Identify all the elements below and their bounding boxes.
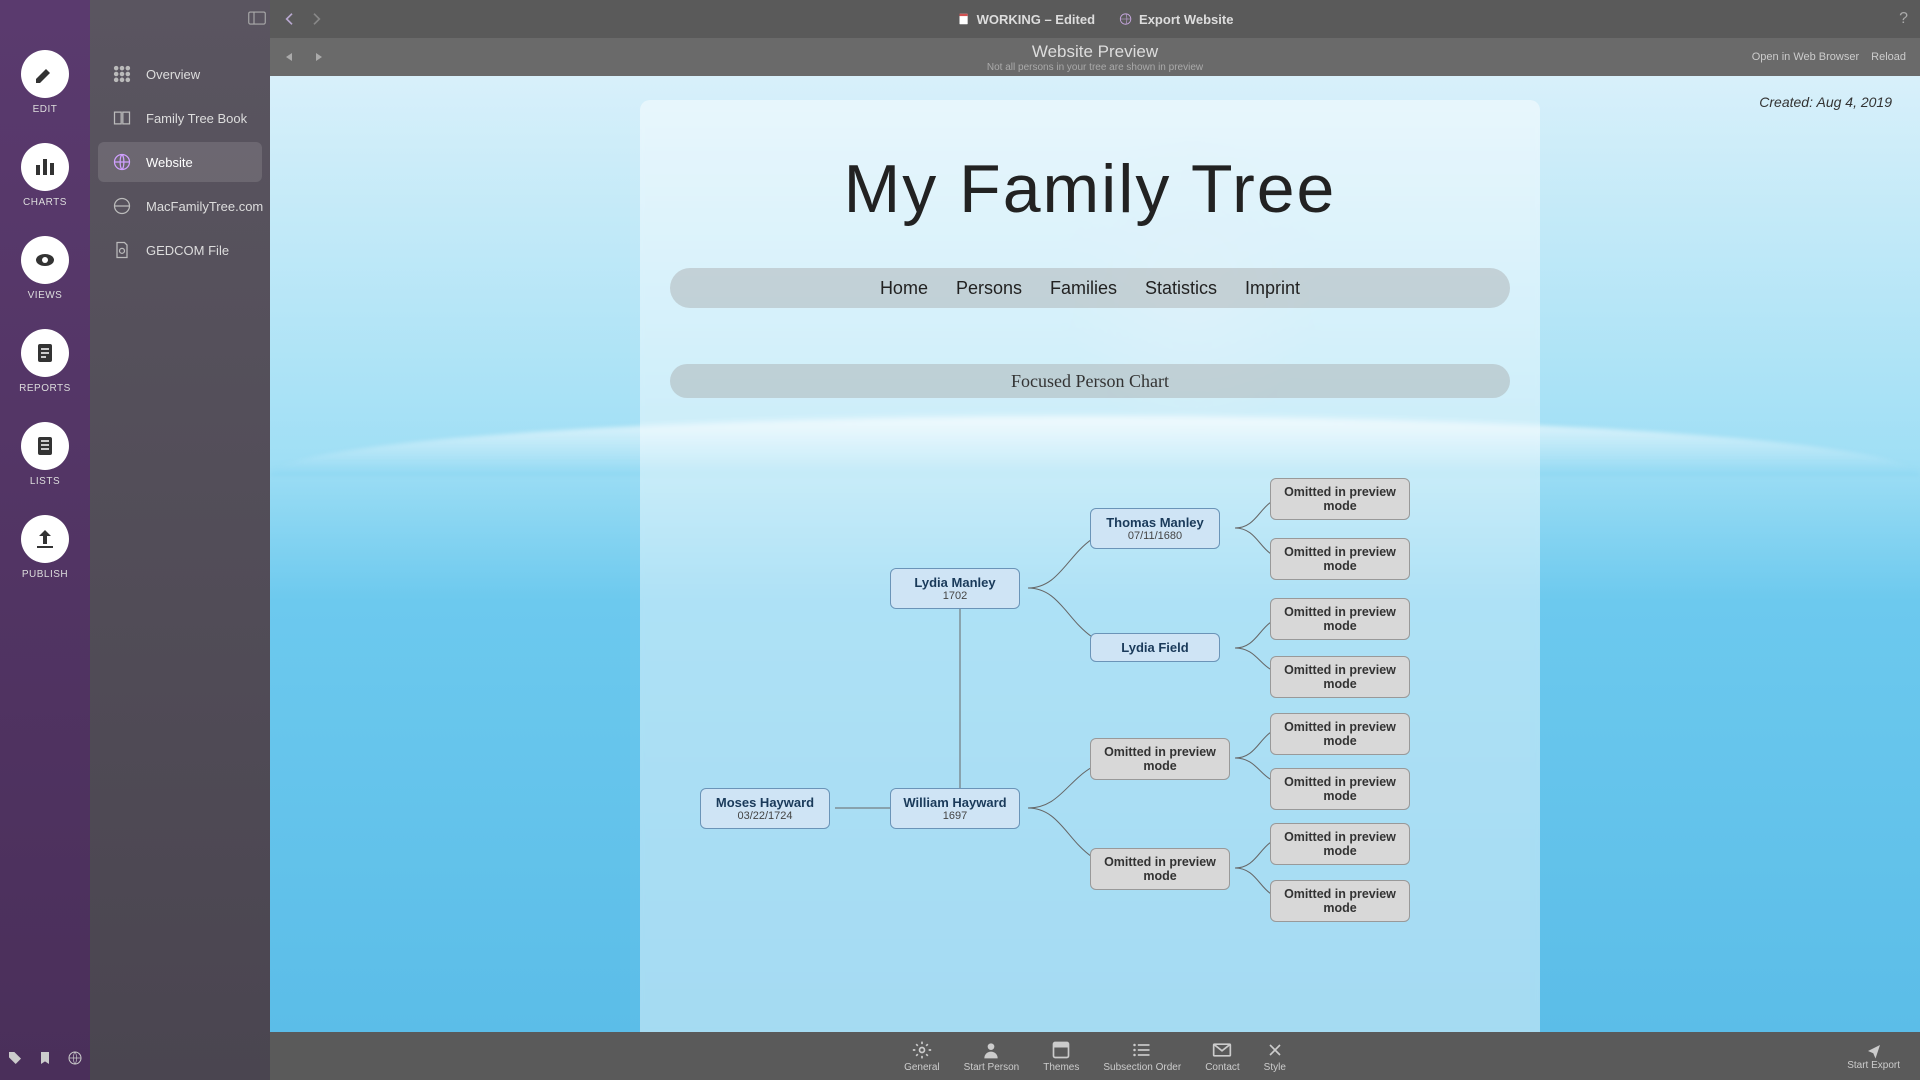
- history-forward-icon[interactable]: [314, 52, 324, 62]
- sidebar-overview[interactable]: Overview: [98, 54, 262, 94]
- website-preview: Created: Aug 4, 2019 My Family Tree Home…: [270, 76, 1920, 1032]
- node-omitted: Omitted in preview mode: [1090, 738, 1230, 780]
- rail-views[interactable]: VIEWS: [21, 236, 69, 301]
- list-icon: [1132, 1040, 1152, 1060]
- mail-icon: [1212, 1040, 1232, 1060]
- node-omitted: Omitted in preview mode: [1270, 713, 1410, 755]
- file-icon: [112, 240, 132, 260]
- history-back-icon[interactable]: [284, 52, 294, 62]
- preview-toolbar: Website Preview Not all persons in your …: [270, 38, 1920, 76]
- cloud-globe-icon: [112, 196, 132, 216]
- person-icon: [981, 1040, 1001, 1060]
- bb-contact[interactable]: Contact: [1205, 1040, 1239, 1073]
- node-lydia-field[interactable]: Lydia Field: [1090, 633, 1220, 662]
- node-william-hayward[interactable]: William Hayward 1697: [890, 788, 1020, 829]
- sidebar-book-label: Family Tree Book: [146, 111, 247, 126]
- chart-title: Focused Person Chart: [670, 364, 1510, 398]
- node-omitted: Omitted in preview mode: [1270, 880, 1410, 922]
- sidebar-website[interactable]: Website: [98, 142, 262, 182]
- gear-icon: [912, 1040, 932, 1060]
- globe-settings-icon[interactable]: [67, 1050, 83, 1066]
- rail-lists-label: LISTS: [30, 476, 60, 487]
- themes-icon: [1051, 1040, 1071, 1060]
- sidebar-gedcom[interactable]: GEDCOM File: [98, 230, 262, 270]
- bb-style[interactable]: Style: [1264, 1040, 1286, 1073]
- sidebar-overview-label: Overview: [146, 67, 200, 82]
- bb-general[interactable]: General: [904, 1040, 940, 1073]
- rail-lists[interactable]: LISTS: [21, 422, 69, 487]
- rail-edit[interactable]: EDIT: [21, 50, 69, 115]
- doc-icon: [957, 12, 971, 26]
- node-omitted: Omitted in preview mode: [1270, 823, 1410, 865]
- bb-subsection-order[interactable]: Subsection Order: [1103, 1040, 1181, 1073]
- nav-back-icon[interactable]: [282, 11, 298, 27]
- rail-reports[interactable]: REPORTS: [19, 329, 71, 394]
- main-area: WORKING – Edited Export Website ? Websit…: [270, 0, 1920, 1080]
- sidebar-mft-label: MacFamilyTree.com: [146, 199, 263, 214]
- node-lydia-manley[interactable]: Lydia Manley 1702: [890, 568, 1020, 609]
- site-title: My Family Tree: [670, 150, 1510, 228]
- node-omitted: Omitted in preview mode: [1090, 848, 1230, 890]
- open-in-browser-button[interactable]: Open in Web Browser: [1752, 51, 1859, 63]
- sidebar-toggle-icon[interactable]: [248, 11, 266, 28]
- node-omitted: Omitted in preview mode: [1270, 656, 1410, 698]
- rail-charts[interactable]: CHARTS: [21, 143, 69, 208]
- bb-themes[interactable]: Themes: [1043, 1040, 1079, 1073]
- rail-views-label: VIEWS: [28, 290, 63, 301]
- site-card: My Family Tree Home Persons Families Sta…: [640, 100, 1540, 1032]
- rail-edit-label: EDIT: [33, 104, 58, 115]
- nav-statistics[interactable]: Statistics: [1145, 278, 1217, 299]
- start-export-button[interactable]: Start Export: [1847, 1042, 1900, 1071]
- rail-publish-label: PUBLISH: [22, 569, 68, 580]
- nav-forward-icon[interactable]: [308, 11, 324, 27]
- grid-icon: [112, 64, 132, 84]
- style-icon: [1265, 1040, 1285, 1060]
- nav-imprint[interactable]: Imprint: [1245, 278, 1300, 299]
- node-thomas-manley[interactable]: Thomas Manley 07/11/1680: [1090, 508, 1220, 549]
- rail-publish[interactable]: PUBLISH: [21, 515, 69, 580]
- preview-title: Website Preview: [987, 42, 1203, 62]
- nav-home[interactable]: Home: [880, 278, 928, 299]
- bookmark-icon[interactable]: [37, 1050, 53, 1066]
- sidebar-mft[interactable]: MacFamilyTree.com: [98, 186, 262, 226]
- sidebar-gedcom-label: GEDCOM File: [146, 243, 229, 258]
- nav-persons[interactable]: Persons: [956, 278, 1022, 299]
- bb-start-person[interactable]: Start Person: [964, 1040, 1020, 1073]
- created-label: Created: Aug 4, 2019: [1759, 94, 1892, 112]
- help-button[interactable]: ?: [1899, 10, 1908, 28]
- sidebar-book[interactable]: Family Tree Book: [98, 98, 262, 138]
- publish-sidebar: Overview Family Tree Book Website MacFam…: [90, 0, 270, 1080]
- preview-subtitle: Not all persons in your tree are shown i…: [987, 62, 1203, 73]
- tag-icon[interactable]: [7, 1050, 23, 1066]
- focused-person-chart: Moses Hayward 03/22/1724 Lydia Manley 17…: [670, 438, 1510, 978]
- rail-reports-label: REPORTS: [19, 383, 71, 394]
- bottom-toolbar: General Start Person Themes Subsection O…: [270, 1032, 1920, 1080]
- rail-charts-label: CHARTS: [23, 197, 67, 208]
- top-toolbar: WORKING – Edited Export Website ?: [270, 0, 1920, 38]
- export-website-button[interactable]: Export Website: [1119, 12, 1233, 27]
- node-omitted: Omitted in preview mode: [1270, 768, 1410, 810]
- node-omitted: Omitted in preview mode: [1270, 478, 1410, 520]
- reload-button[interactable]: Reload: [1871, 51, 1906, 63]
- sidebar-website-label: Website: [146, 155, 193, 170]
- node-omitted: Omitted in preview mode: [1270, 598, 1410, 640]
- node-moses-hayward[interactable]: Moses Hayward 03/22/1724: [700, 788, 830, 829]
- nav-families[interactable]: Families: [1050, 278, 1117, 299]
- node-omitted: Omitted in preview mode: [1270, 538, 1410, 580]
- share-icon: [1863, 1042, 1885, 1060]
- globe-icon: [112, 152, 132, 172]
- site-nav: Home Persons Families Statistics Imprint: [670, 268, 1510, 308]
- document-title[interactable]: WORKING – Edited: [957, 12, 1095, 27]
- icon-rail: EDIT CHARTS VIEWS REPORTS LISTS PUBLISH: [0, 0, 90, 1080]
- book-icon: [112, 108, 132, 128]
- export-globe-icon: [1119, 12, 1133, 26]
